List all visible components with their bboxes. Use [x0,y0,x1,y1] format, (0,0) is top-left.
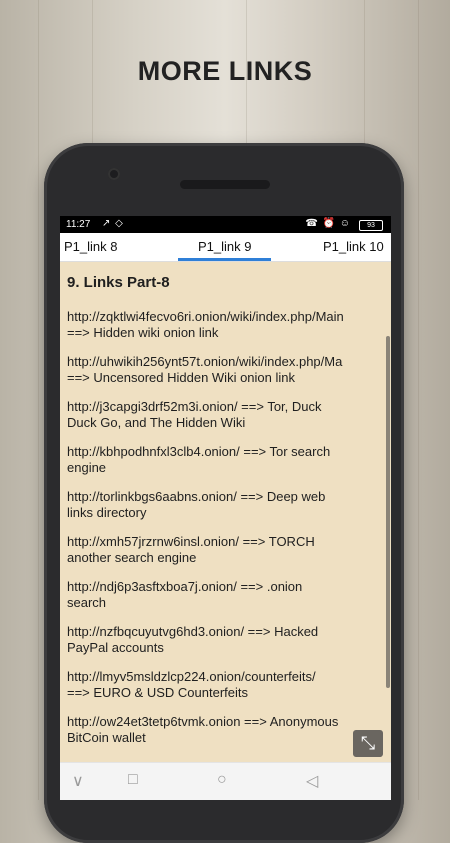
link-entry: http://nzfbqcuyutvg6hd3.onion/ ==> Hacke… [67,624,391,656]
recents-icon[interactable]: □ [128,771,138,789]
link-url[interactable]: http://ow24et3tetp6tvmk.onion ==> Anonym… [67,714,391,730]
link-description: PayPal accounts [67,640,164,655]
link-entry: http://ow24et3tetp6tvmk.onion ==> Anonym… [67,714,391,746]
scrollbar[interactable] [386,336,390,688]
tab-bar: P1_link 8 P1_link 9 P1_link 10 [60,233,391,262]
status-time: 11:27 [66,219,91,230]
home-icon[interactable]: ○ [217,771,227,789]
link-entry: http://kbhpodhnfxl3clb4.onion/ ==> Tor s… [67,444,391,476]
link-entry: http://uhwikih256ynt57t.onion/wiki/index… [67,354,391,386]
link-description: Duck Go, and The Hidden Wiki [67,415,246,430]
link-description: ==> Hidden wiki onion link [67,325,219,340]
status-system-icons: ☎ ⏰ ☺ [305,218,351,229]
front-camera [108,168,120,180]
system-nav-bar: ∨ □ ○ ◁ [60,762,391,800]
status-notification-icons: ↗ ◇ [102,218,124,229]
battery-icon: 93 [359,220,383,231]
link-url[interactable]: http://lmyv5msldzlcp224.onion/counterfei… [67,669,391,685]
wood-grain [38,0,39,800]
tab-p1-link-9[interactable]: P1_link 9 [198,239,251,254]
back-icon[interactable]: ◁ [306,771,318,791]
link-content: 9. Links Part-8 http://zqktlwi4fecvo6ri.… [67,274,391,759]
link-entry: http://torlinkbgs6aabns.onion/ ==> Deep … [67,489,391,521]
phone-screen: 11:27 ↗ ◇ ☎ ⏰ ☺ 93 P1_link 8 P1_link 9 P… [60,216,391,800]
active-tab-indicator [178,258,271,261]
link-url[interactable]: http://ndj6p3asftxboa7j.onion/ ==> .onio… [67,579,391,595]
link-description: ==> Uncensored Hidden Wiki onion link [67,370,295,385]
tab-p1-link-10[interactable]: P1_link 10 [323,239,384,254]
link-url[interactable]: http://nzfbqcuyutvg6hd3.onion/ ==> Hacke… [67,624,391,640]
link-description: search [67,595,107,610]
link-entry: http://zqktlwi4fecvo6ri.onion/wiki/index… [67,309,391,341]
link-description: engine [67,460,107,475]
promo-title: MORE LINKS [137,56,313,86]
link-url[interactable]: http://torlinkbgs6aabns.onion/ ==> Deep … [67,489,391,505]
chevron-down-icon[interactable]: ∨ [72,771,84,791]
section-heading: 9. Links Part-8 [67,274,170,291]
link-entry: http://xmh57jrzrnw6insl.onion/ ==> TORCH… [67,534,391,566]
link-url[interactable]: http://zqktlwi4fecvo6ri.onion/wiki/index… [67,309,391,325]
link-description: links directory [67,505,147,520]
tab-p1-link-8[interactable]: P1_link 8 [64,239,117,254]
link-url[interactable]: http://j3capgi3drf52m3i.onion/ ==> Tor, … [67,399,391,415]
link-description: ==> EURO & USD Counterfeits [67,685,248,700]
link-url[interactable]: http://xmh57jrzrnw6insl.onion/ ==> TORCH [67,534,391,550]
link-description: another search engine [67,550,197,565]
earpiece-speaker [180,180,270,189]
wood-grain [418,0,419,800]
link-url[interactable]: http://kbhpodhnfxl3clb4.onion/ ==> Tor s… [67,444,391,460]
link-entry: http://lmyv5msldzlcp224.onion/counterfei… [67,669,391,701]
status-bar: 11:27 ↗ ◇ ☎ ⏰ ☺ 93 [60,216,391,233]
shrink-icon: ⤡ [360,733,376,753]
link-description: BitCoin wallet [67,730,146,745]
exit-fullscreen-button[interactable]: ⤡ [353,730,383,757]
link-entry: http://ndj6p3asftxboa7j.onion/ ==> .onio… [67,579,391,611]
link-url[interactable]: http://uhwikih256ynt57t.onion/wiki/index… [67,354,391,370]
link-entry: http://j3capgi3drf52m3i.onion/ ==> Tor, … [67,399,391,431]
